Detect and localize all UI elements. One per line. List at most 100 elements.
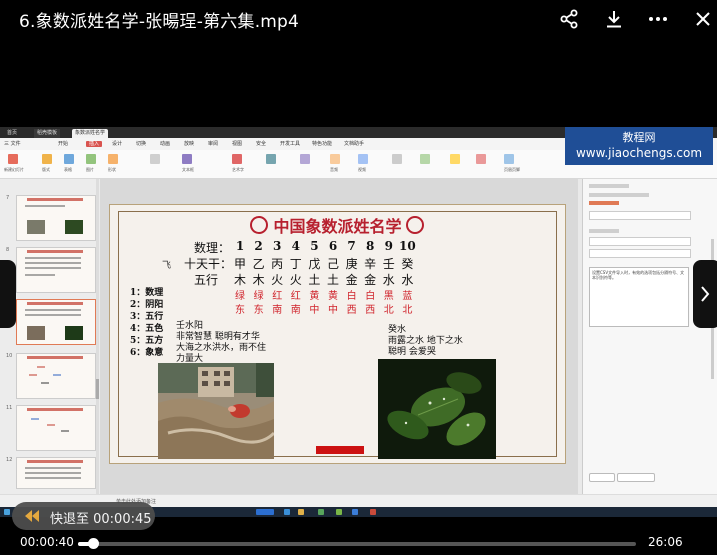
picture-icon[interactable] bbox=[86, 154, 96, 164]
shape-icon[interactable] bbox=[108, 154, 118, 164]
table-cell: 火 bbox=[289, 273, 302, 287]
thumbnail-number: 8 bbox=[6, 247, 10, 253]
prev-video-button[interactable] bbox=[0, 260, 16, 328]
icons-icon[interactable] bbox=[150, 154, 160, 164]
symbol-icon[interactable] bbox=[266, 154, 276, 164]
ribbon-label-header-footer: 页眉页脚 bbox=[504, 167, 520, 172]
wps-icon[interactable] bbox=[370, 509, 376, 515]
progress-handle[interactable] bbox=[87, 538, 99, 549]
table-cell: 甲 bbox=[233, 257, 246, 271]
note-line: 聪明 会爱哭 bbox=[388, 347, 436, 357]
ribbon-label-textbox: 文本框 bbox=[182, 167, 194, 172]
video-icon[interactable] bbox=[358, 154, 368, 164]
wordart-icon[interactable] bbox=[232, 154, 242, 164]
table-cell: 1 bbox=[235, 239, 245, 253]
start-icon[interactable] bbox=[4, 509, 10, 515]
formula-icon[interactable] bbox=[300, 154, 310, 164]
table-cell: 丁 bbox=[289, 257, 302, 271]
tab-templates[interactable]: 稻壳模板 bbox=[34, 129, 61, 138]
audio-icon[interactable] bbox=[330, 154, 340, 164]
pane-section-label bbox=[589, 201, 619, 205]
table-icon[interactable] bbox=[64, 154, 74, 164]
wechat-icon[interactable] bbox=[336, 509, 342, 515]
app-icon[interactable] bbox=[352, 509, 358, 515]
table-cell: 蓝 bbox=[402, 291, 413, 302]
app-icon[interactable] bbox=[318, 509, 324, 515]
close-icon[interactable] bbox=[692, 8, 714, 30]
slide-thumbnail-selected[interactable] bbox=[16, 299, 96, 345]
menu-assistant[interactable]: 文档助手 bbox=[344, 141, 364, 147]
table-cell: 土 bbox=[308, 273, 321, 287]
table-cell: 土 bbox=[326, 273, 339, 287]
table-cell: 绿 bbox=[235, 291, 245, 302]
slide-thumbnail[interactable] bbox=[16, 457, 96, 489]
chevron-right-icon bbox=[701, 286, 710, 302]
table-cell: 水 bbox=[401, 273, 414, 287]
table-cell: 白 bbox=[365, 291, 376, 302]
edge-icon[interactable] bbox=[284, 509, 290, 515]
menu-review[interactable]: 审阅 bbox=[208, 141, 218, 147]
progress-bar[interactable] bbox=[78, 538, 636, 549]
table-cell: 黑 bbox=[383, 291, 394, 302]
new-slide-icon[interactable] bbox=[8, 154, 18, 164]
menu-file[interactable]: 三 文件 bbox=[4, 141, 21, 147]
table-cell: 5 bbox=[310, 239, 319, 253]
pane-label bbox=[589, 229, 619, 233]
menu-security[interactable]: 安全 bbox=[256, 141, 266, 147]
slide-thumbnail[interactable] bbox=[16, 247, 96, 293]
table-cell: 白 bbox=[346, 291, 357, 302]
flood-photo bbox=[158, 363, 274, 459]
folder-icon[interactable] bbox=[298, 509, 304, 515]
table-cell: 黄 bbox=[328, 291, 338, 302]
slide-thumbnail[interactable] bbox=[16, 353, 96, 399]
menu-slideshow[interactable]: 放映 bbox=[184, 141, 194, 147]
menu-design[interactable]: 设计 bbox=[112, 141, 122, 147]
next-video-button[interactable] bbox=[693, 260, 717, 328]
pane-input[interactable] bbox=[589, 249, 691, 258]
share-icon[interactable] bbox=[558, 8, 580, 30]
table-cell: 辛 bbox=[364, 257, 377, 271]
video-frame[interactable]: 首页 稻壳模板 象数派姓名学 三 文件 开始 插入 设计 切换 动画 放映 审阅… bbox=[0, 127, 717, 517]
download-icon[interactable] bbox=[603, 8, 625, 30]
rewind-icon bbox=[25, 510, 39, 522]
tab-home[interactable]: 首页 bbox=[4, 129, 20, 138]
table-cell: 东 bbox=[235, 305, 245, 316]
action-icon[interactable] bbox=[420, 154, 430, 164]
menu-developer[interactable]: 开发工具 bbox=[280, 141, 300, 147]
menu-home[interactable]: 开始 bbox=[58, 141, 68, 147]
pane-button[interactable] bbox=[589, 473, 615, 482]
header-footer-icon[interactable] bbox=[504, 154, 514, 164]
tab-document[interactable]: 象数派姓名学 bbox=[72, 129, 109, 138]
pane-option-box[interactable] bbox=[589, 211, 691, 220]
table-cell: 木 bbox=[233, 273, 246, 287]
menu-animation[interactable]: 动画 bbox=[160, 141, 170, 147]
slide-thumbnail[interactable] bbox=[16, 195, 96, 241]
ribbon-label-shape: 形状 bbox=[108, 167, 116, 172]
watermark-title: 教程网 bbox=[622, 131, 656, 144]
object-icon[interactable] bbox=[450, 154, 460, 164]
pane-input[interactable] bbox=[589, 237, 691, 246]
table-cell: 8 bbox=[366, 239, 375, 253]
table-cell: 金 bbox=[345, 273, 358, 287]
slide-thumbnail[interactable] bbox=[16, 405, 96, 451]
resume-chip[interactable]: 快退至 00:00:45 bbox=[12, 502, 155, 530]
pane-textarea[interactable]: 设置CSV文件导入时，有效的选项包括分隔符号、文本识别符等。 bbox=[589, 267, 689, 327]
textbox-icon[interactable] bbox=[182, 154, 192, 164]
menu-view[interactable]: 视图 bbox=[232, 141, 242, 147]
menu-features[interactable]: 特色功能 bbox=[312, 141, 332, 147]
layout-icon[interactable] bbox=[42, 154, 52, 164]
search-icon[interactable] bbox=[256, 509, 274, 515]
hyperlink-icon[interactable] bbox=[392, 154, 402, 164]
table-cell: 北 bbox=[383, 305, 394, 316]
menu-transition[interactable]: 切换 bbox=[136, 141, 146, 147]
thumbnail-number: 11 bbox=[6, 405, 13, 411]
pane-button[interactable] bbox=[617, 473, 655, 482]
more-icon[interactable] bbox=[647, 8, 669, 30]
slide[interactable]: 中国象数派姓名学 数理： 十天干： 五行 飞 1 2 3 4 5 6 7 8 9 10 甲乙丙丁戊己… bbox=[109, 204, 566, 464]
menu-insert[interactable]: 插入 bbox=[86, 141, 103, 147]
table-cell: 中 bbox=[328, 305, 338, 316]
table-cell: 西 bbox=[365, 305, 376, 316]
thumbnail-scrollbar[interactable] bbox=[96, 179, 99, 494]
row-label-numbers: 数理： bbox=[194, 241, 231, 255]
comment-icon[interactable] bbox=[476, 154, 486, 164]
